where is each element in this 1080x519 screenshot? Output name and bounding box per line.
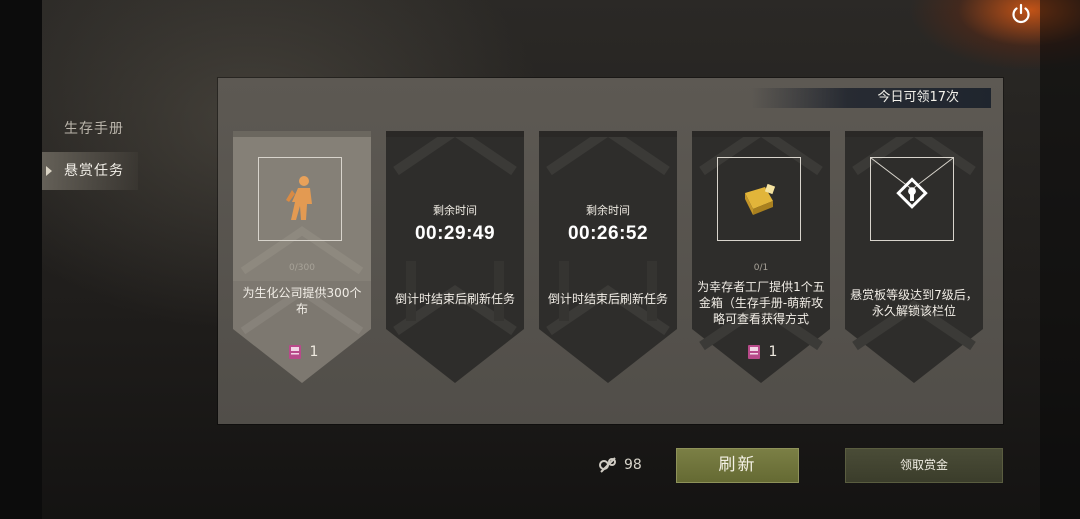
book-icon [747,345,760,359]
countdown-timer: 00:26:52 [567,223,649,244]
reward-count: 1 [768,344,778,360]
task-icon-frame [258,157,342,241]
survivor-figure-icon [286,176,312,220]
card-top-bar [845,131,983,137]
task-description: 悬赏板等级达到7级后，永久解锁该栏位 [850,288,978,318]
card-top-bar [233,131,371,137]
task-progress: 0/300 [289,263,315,273]
task-reward: 1 [233,343,371,361]
card-top-bar [692,131,830,137]
task-icon-frame [870,157,954,241]
task-icon-frame [717,157,801,241]
power-icon [1012,3,1030,24]
gold-box-icon [745,183,776,215]
lock-icon [871,157,953,209]
task-description: 为生化公司提供300个布 [242,286,362,316]
task-description: 为幸存者工厂提供1个五金箱（生存手册-萌新攻略可查看获得方式 [697,280,825,326]
timer-label: 剩余时间 [433,204,477,217]
bounty-card-4[interactable]: 0/1 为幸存者工厂提供1个五金箱（生存手册-萌新攻略可查看获得方式 1 [692,131,830,383]
daily-quota: 今日可领17次 [751,88,991,108]
card-banner [539,131,677,383]
timer-label: 剩余时间 [586,204,630,217]
book-icon [288,345,301,359]
card-top-bar [539,131,677,137]
left-edge [0,0,42,519]
task-description: 倒计时结束后刷新任务 [547,292,668,306]
task-reward: 1 [692,343,830,361]
bounty-card-5[interactable]: 悬赏板等级达到7级后，永久解锁该栏位 [845,131,983,383]
countdown-timer: 00:29:49 [414,223,496,244]
bounty-card-1[interactable]: 0/300 为生化公司提供300个布 1 [233,131,371,383]
claim-bounty-button[interactable]: 领取赏金 [845,448,1003,483]
refresh-currency: 98 [598,456,642,474]
menu-item-survival-handbook[interactable]: 生存手册 [42,110,138,148]
currency-amount: 98 [624,457,642,473]
bounty-card-3[interactable]: 剩余时间 00:26:52 倒计时结束后刷新任务 [539,131,677,383]
bounty-card-2[interactable]: 剩余时间 00:29:49 倒计时结束后刷新任务 [386,131,524,383]
side-menu: 生存手册 悬赏任务 [42,110,138,194]
menu-item-bounty-tasks[interactable]: 悬赏任务 [42,152,138,190]
reward-count: 1 [309,344,319,360]
parts-icon [599,457,616,473]
right-edge [1040,0,1080,519]
refresh-button[interactable]: 刷新 [676,448,799,483]
card-top-bar [386,131,524,137]
task-progress: 0/1 [753,263,769,273]
task-description: 倒计时结束后刷新任务 [394,292,515,306]
card-banner [386,131,524,383]
menu-item-label: 悬赏任务 [64,163,124,179]
menu-item-label: 生存手册 [64,121,124,137]
power-button[interactable] [1005,0,1037,28]
